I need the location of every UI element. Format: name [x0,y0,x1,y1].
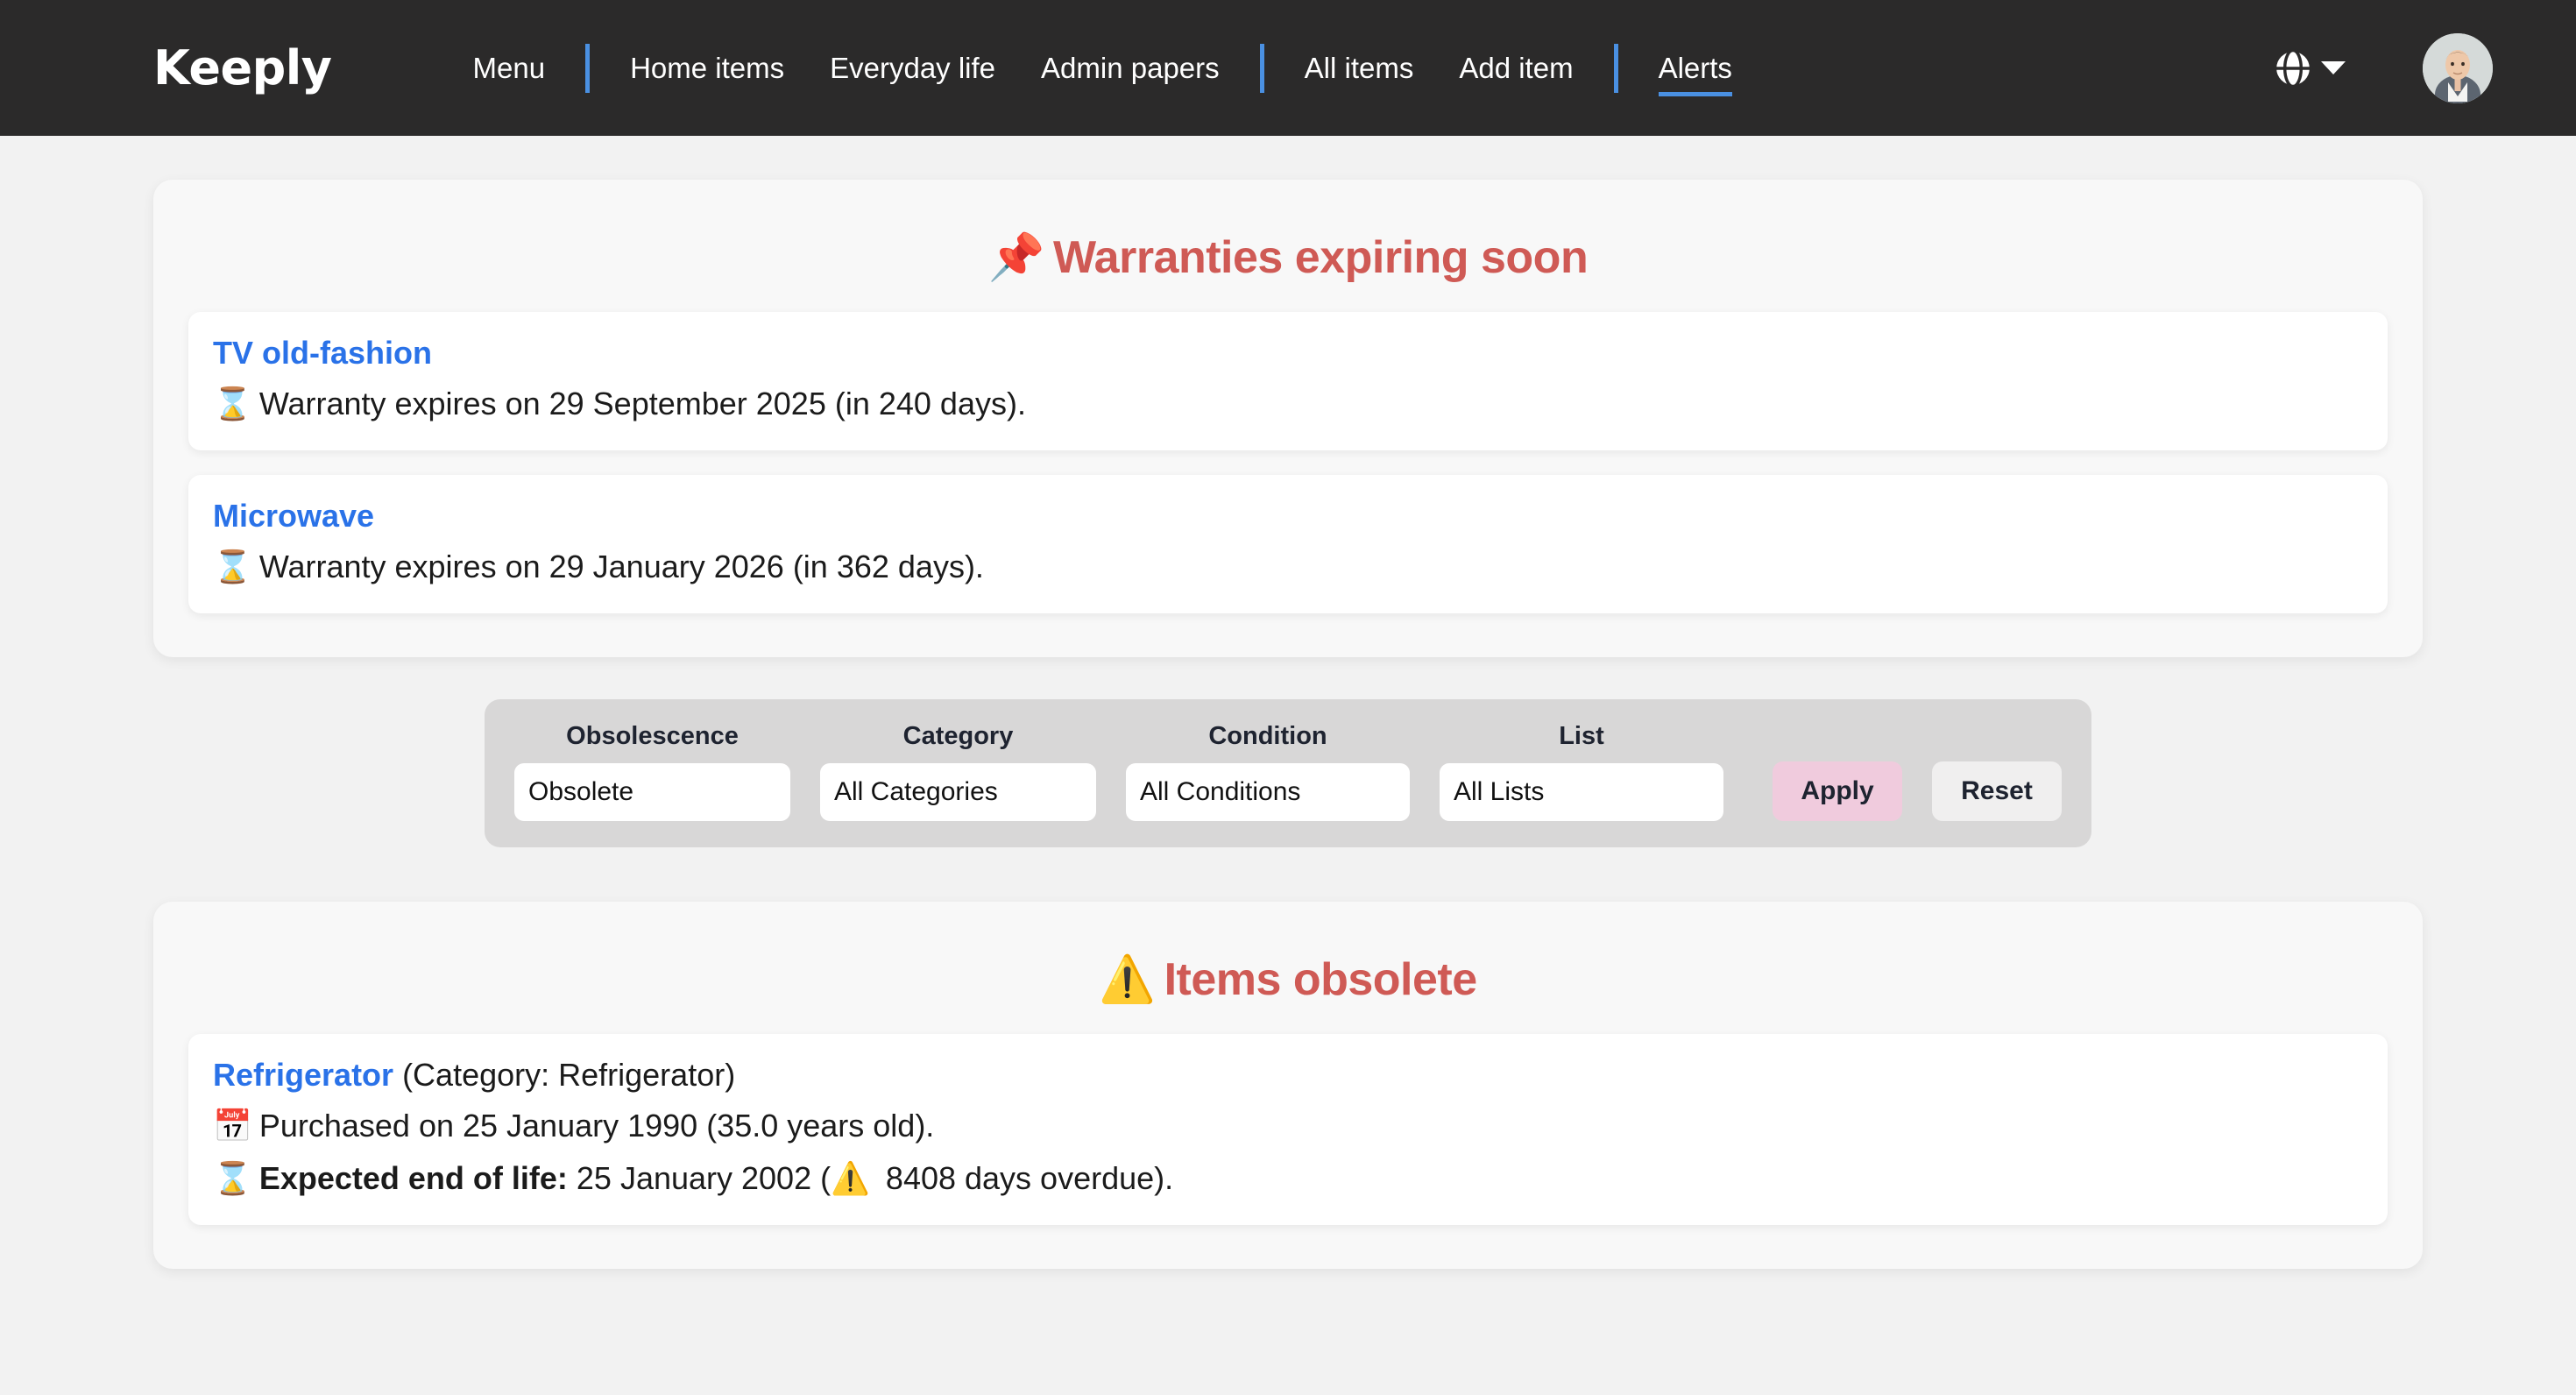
filter-label-category: Category [902,722,1014,750]
warranty-detail-text: Warranty expires on 29 September 2025 (i… [258,386,1026,421]
obsolete-card: ⚠️ Items obsolete Refrigerator (Category:… [153,902,2423,1269]
obsolete-title-text: Items obsolete [1164,954,1478,1005]
filter-input-list[interactable] [1440,763,1723,821]
obsolete-eol-label: Expected end of life: [258,1160,568,1196]
item-link-microwave[interactable]: Microwave [213,498,374,534]
nav-item-add-item[interactable]: Add item [1459,46,1573,90]
hourglass-icon: ⌛ [213,549,252,585]
warranties-title: 📌 Warranties expiring soon [188,230,2388,284]
filter-input-condition[interactable] [1126,763,1410,821]
pushpin-icon: 📌 [987,231,1045,284]
primary-nav: Menu Home items Everyday life Admin pape… [450,43,1755,96]
top-navbar: Keeply Menu Home items Everyday life Adm… [0,0,2576,136]
filter-list: List [1440,722,1723,821]
obsolete-eol-value: 25 January 2002 ( [567,1160,832,1196]
nav-item-all-items[interactable]: All items [1305,46,1414,90]
nav-item-alerts[interactable]: Alerts [1658,46,1733,96]
globe-icon [2270,46,2316,91]
obsolete-eol-overdue: 8408 days overdue). [876,1160,1174,1196]
language-selector[interactable] [2270,46,2346,91]
nav-item-everyday-life[interactable]: Everyday life [830,46,995,90]
page-content: 📌 Warranties expiring soon TV old-fashion… [0,180,2576,1269]
filter-condition: Condition [1126,722,1410,821]
navbar-right-tools [2270,32,2493,103]
obsolete-eol-line: ⌛ Expected end of life: 25 January 2002 (… [213,1158,2363,1199]
filter-label-obsolescence: Obsolescence [566,722,739,750]
apply-button[interactable]: Apply [1773,761,1902,821]
warranty-row: TV old-fashion ⌛ Warranty expires on 29 S… [188,312,2388,450]
filter-bar: Obsolescence Category Condition List App… [485,699,2091,847]
obsolete-row: Refrigerator (Category: Refrigerator) 📅 P… [188,1034,2388,1225]
filter-input-category[interactable] [820,763,1096,821]
filter-label-condition: Condition [1208,722,1327,750]
nav-divider [1613,43,1618,93]
nav-divider [585,43,591,93]
filter-input-obsolescence[interactable] [514,763,790,821]
avatar-image [2423,32,2493,103]
nav-item-home-items[interactable]: Home items [630,46,784,90]
item-link-tv[interactable]: TV old-fashion [213,335,432,371]
warning-icon: ⚠️ [1099,953,1156,1006]
filter-obsolescence: Obsolescence [514,722,790,821]
warranty-row: Microwave ⌛ Warranty expires on 29 Januar… [188,475,2388,613]
chevron-down-icon [2321,61,2346,74]
avatar[interactable] [2423,32,2493,103]
reset-button[interactable]: Reset [1932,761,2062,821]
warranty-detail: ⌛ Warranty expires on 29 September 2025 (… [213,384,2363,424]
warning-icon: ⚠️ [831,1161,870,1197]
nav-item-menu[interactable]: Menu [473,46,546,90]
obsolete-purchase-text: Purchased on 25 January 1990 (35.0 years… [258,1108,935,1144]
warranties-title-text: Warranties expiring soon [1053,232,1589,283]
item-category-text: (Category: Refrigerator) [393,1057,736,1093]
calendar-icon: 📅 [213,1108,252,1144]
filters-wrapper: Obsolescence Category Condition List App… [153,699,2423,847]
hourglass-icon: ⌛ [213,386,252,422]
obsolete-item-heading: Refrigerator (Category: Refrigerator) [213,1057,2363,1094]
nav-divider [1259,43,1264,93]
obsolete-title: ⚠️ Items obsolete [188,952,2388,1006]
item-link-refrigerator[interactable]: Refrigerator [213,1057,393,1093]
obsolete-purchase-line: 📅 Purchased on 25 January 1990 (35.0 year… [213,1106,2363,1146]
filter-category: Category [820,722,1096,821]
filter-label-list: List [1559,722,1604,750]
brand-logo[interactable]: Keeply [153,40,332,96]
nav-item-admin-papers[interactable]: Admin papers [1041,46,1220,90]
warranty-detail: ⌛ Warranty expires on 29 January 2026 (in… [213,547,2363,587]
warranties-card: 📌 Warranties expiring soon TV old-fashion… [153,180,2423,657]
hourglass-icon: ⌛ [213,1161,252,1197]
warranty-detail-text: Warranty expires on 29 January 2026 (in … [258,549,984,584]
